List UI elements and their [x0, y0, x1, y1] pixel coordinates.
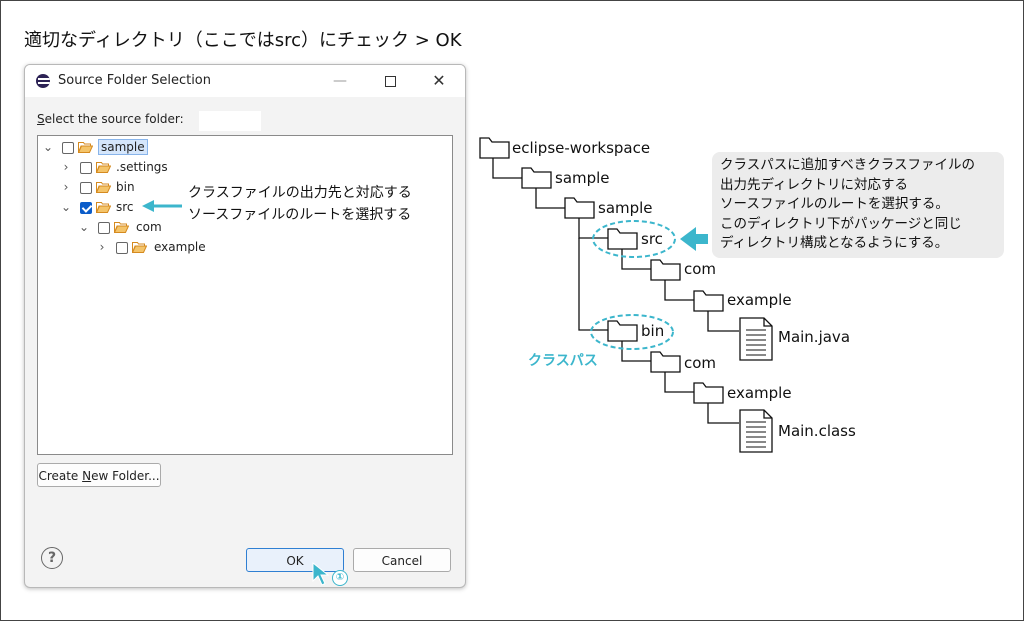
tree-annotation-line1: クラスファイルの出力先と対応する — [188, 185, 412, 201]
select-label-mnemonic: S — [37, 112, 45, 126]
minimize-button[interactable]: — — [320, 68, 360, 94]
chevron-right-icon[interactable]: › — [60, 160, 72, 174]
callout-line: 出力先ディレクトリに対応する — [720, 176, 909, 193]
folder-icon — [607, 320, 638, 342]
label-sample: sample — [555, 169, 610, 187]
help-icon[interactable]: ? — [41, 547, 63, 569]
callout-line: クラスパスに追加すべきクラスファイルの — [720, 157, 976, 173]
class-file-icon — [739, 409, 773, 453]
chevron-right-icon[interactable]: › — [60, 180, 72, 194]
new-folder-prefix: Create — [38, 469, 83, 483]
dialog-titlebar: Source Folder Selection — ✕ — [25, 65, 465, 97]
chevron-down-icon[interactable]: ⌄ — [78, 220, 90, 234]
eclipse-icon — [36, 74, 50, 88]
label-main-class: Main.class — [778, 422, 856, 440]
tree-label-src[interactable]: src — [116, 200, 134, 214]
tree-label-settings[interactable]: .settings — [116, 160, 168, 174]
mouse-cursor-icon — [312, 561, 330, 586]
tree-label-sample[interactable]: sample — [98, 139, 148, 155]
select-folder-label: Select the source folder: — [37, 112, 184, 126]
tree-annotation-line2: ソースファイルのルートを選択する — [188, 207, 412, 223]
folder-icon — [132, 242, 147, 253]
folder-icon — [479, 137, 510, 159]
step-number-badge: ① — [332, 570, 348, 586]
checkbox-src[interactable] — [80, 202, 92, 214]
select-label-text: elect the source folder: — [44, 112, 184, 126]
label-bin: bin — [641, 322, 665, 340]
maximize-button[interactable] — [370, 68, 410, 94]
label-main-java: Main.java — [778, 328, 851, 346]
source-folder-dialog: Source Folder Selection — ✕ Select the s… — [24, 64, 466, 588]
chevron-right-icon[interactable]: › — [96, 240, 108, 254]
folder-icon — [564, 197, 595, 219]
tree-row-example[interactable]: › example — [38, 238, 448, 258]
tree-label-bin[interactable]: bin — [116, 180, 135, 194]
chevron-down-icon[interactable]: ⌄ — [60, 200, 72, 214]
label-src: src — [641, 230, 663, 248]
callout-line: ソースファイルのルートを選択する。 — [720, 196, 949, 212]
new-folder-rest: ew Folder... — [91, 469, 160, 483]
create-new-folder-button[interactable]: Create New Folder... — [37, 463, 161, 487]
close-button[interactable]: ✕ — [419, 68, 459, 94]
tree-label-com[interactable]: com — [136, 220, 162, 234]
callout-text: クラスパスに追加すべきクラスファイルの 出力先ディレクトリに対応する ソースファ… — [720, 156, 975, 254]
tree-row-settings[interactable]: › .settings — [38, 158, 448, 178]
tree-annotation: クラスファイルの出力先と対応する ソースファイルのルートを選択する — [188, 182, 412, 226]
folder-icon — [650, 259, 681, 281]
cancel-button[interactable]: Cancel — [353, 548, 451, 572]
java-file-icon — [739, 317, 773, 361]
dialog-title: Source Folder Selection — [58, 73, 211, 88]
folder-icon — [693, 382, 724, 404]
annotation-arrow-icon — [142, 200, 182, 212]
maximize-icon — [384, 76, 396, 87]
label-bin-com: com — [684, 354, 717, 372]
label-src-example: example — [727, 291, 792, 309]
folder-icon — [114, 222, 129, 233]
label-eclipse-workspace: eclipse-workspace — [512, 139, 651, 157]
checkbox-bin[interactable] — [80, 182, 92, 194]
classpath-label: クラスパス — [528, 353, 598, 369]
folder-icon — [96, 202, 111, 213]
callout-arrow-icon — [680, 227, 708, 251]
folder-icon — [78, 142, 93, 153]
checkbox-com[interactable] — [98, 222, 110, 234]
label-sample-inner: sample — [598, 199, 653, 217]
tree-label-example[interactable]: example — [154, 240, 206, 254]
figure-heading: 適切なディレクトリ（ここではsrc）にチェック > OK — [24, 30, 462, 51]
callout-line: このディレクトリ下がパッケージと同じ — [720, 215, 962, 232]
folder-icon — [607, 228, 638, 250]
folder-icon — [96, 182, 111, 193]
label-src-com: com — [684, 260, 717, 278]
folder-icon — [693, 290, 724, 312]
callout-line: ディレクトリ構成となるようにする。 — [720, 235, 949, 251]
checkbox-settings[interactable] — [80, 162, 92, 174]
chevron-down-icon[interactable]: ⌄ — [42, 140, 54, 154]
tree-row-sample[interactable]: ⌄ sample — [38, 138, 448, 158]
folder-icon — [96, 162, 111, 173]
label-blank-area — [199, 111, 261, 131]
checkbox-example[interactable] — [116, 242, 128, 254]
label-bin-example: example — [727, 384, 792, 402]
new-folder-mnemonic: N — [82, 469, 92, 483]
folder-icon — [650, 351, 681, 373]
folder-icon — [521, 167, 552, 189]
checkbox-sample[interactable] — [62, 142, 74, 154]
folder-tree[interactable]: ⌄ sample › .settings › bin ⌄ src ⌄ com ›… — [37, 135, 453, 455]
